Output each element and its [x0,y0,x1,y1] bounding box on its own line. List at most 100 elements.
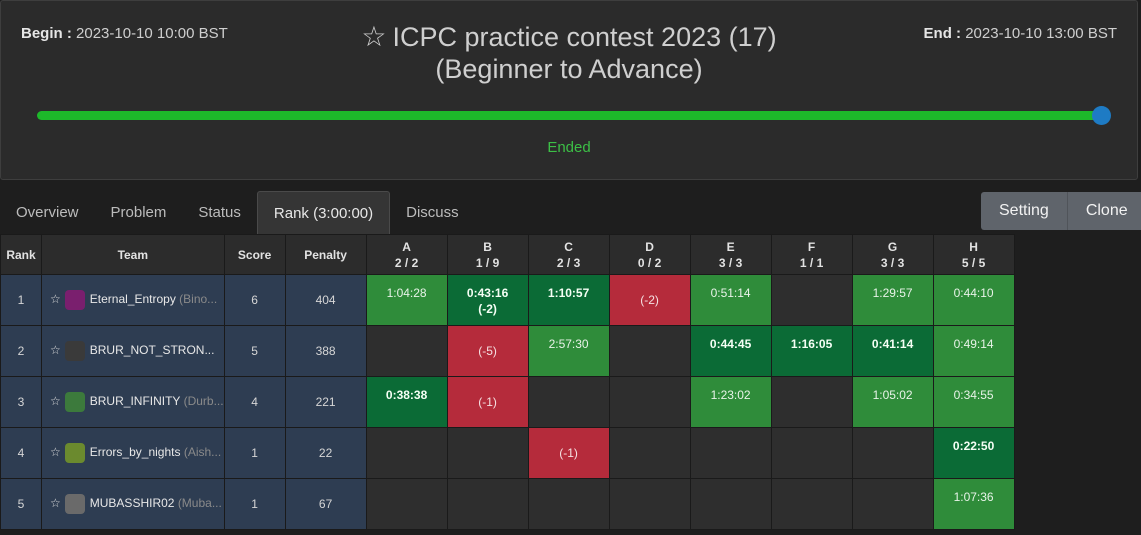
tab-status[interactable]: Status [182,191,257,234]
problem-result-cell[interactable]: 2:57:30 [527,325,610,377]
team-cell[interactable]: ☆ BRUR_INFINITY (Durb... [41,376,225,428]
avatar [64,290,85,310]
problem-result-cell[interactable]: 0:22:50 [932,427,1015,479]
problem-result-cell[interactable]: 1:10:57 [527,274,610,326]
problem-result-cell[interactable]: 1:04:28 [365,274,448,326]
title-line-2: (Beginner to Advance) [435,54,703,84]
contest-header: Begin : 2023-10-10 10:00 BST ☆ ICPC pract… [0,0,1138,180]
problem-result-cell[interactable]: (-5) [446,325,529,377]
rank-cell: 2 [0,325,42,377]
team-star-icon[interactable]: ☆ [50,394,61,408]
accepted-time: 1:10:57 [547,286,590,300]
problem-solve-ratio: 3 / 3 [718,255,743,270]
header-problem-e[interactable]: E3 / 3 [689,234,772,275]
team-members: (Durb... [183,394,224,409]
rank-cell: 4 [0,427,42,479]
clone-button[interactable]: Clone [1066,192,1141,230]
problem-result-cell[interactable]: 0:38:38 [365,376,448,428]
team-cell[interactable]: ☆ MUBASSHIR02 (Muba... [41,478,225,530]
accepted-time: 2:57:30 [548,337,589,351]
team-cell[interactable]: ☆ Eternal_Entropy (Bino... [41,274,225,326]
team-name[interactable]: Eternal_Entropy [90,292,176,306]
problem-result-cell [608,478,691,530]
tab-overview[interactable]: Overview [0,191,95,234]
rank-cell: 3 [0,376,42,428]
problem-result-cell[interactable]: 1:23:02 [689,376,772,428]
team-star-icon[interactable]: ☆ [50,343,61,357]
score-cell: 6 [223,274,286,326]
header-rank[interactable]: Rank [0,234,42,275]
tab-problem[interactable]: Problem [95,191,183,234]
problem-result-cell [608,376,691,428]
problem-result-cell[interactable]: (-2) [608,274,691,326]
wrong-tries: (-1) [478,395,497,409]
header-score[interactable]: Score [223,234,286,275]
wrong-tries: (-1) [559,446,578,460]
team-star-icon[interactable]: ☆ [50,292,61,306]
problem-result-cell[interactable]: 0:44:10 [932,274,1015,326]
team-cell[interactable]: ☆ BRUR_NOT_STRON... [41,325,225,377]
contest-status: Ended [547,139,591,156]
problem-result-cell[interactable]: 0:51:14 [689,274,772,326]
accepted-time: 0:41:14 [871,337,914,351]
team-name[interactable]: BRUR_NOT_STRON... [90,343,215,357]
problem-result-cell[interactable]: 1:07:36 [932,478,1015,530]
team-members: (Aish... [183,445,222,460]
problem-result-cell[interactable]: 1:16:05 [770,325,853,377]
header-problem-g[interactable]: G3 / 3 [851,234,934,275]
progress-slider-handle[interactable] [1092,106,1111,125]
header-problem-c[interactable]: C2 / 3 [527,234,610,275]
header-problem-d[interactable]: D0 / 2 [608,234,691,275]
problem-result-cell [770,274,853,326]
problem-result-cell [527,478,610,530]
problem-solve-ratio: 0 / 2 [637,255,662,270]
problem-result-cell [851,478,934,530]
team-cell[interactable]: ☆ Errors_by_nights (Aish... [41,427,225,479]
accepted-time: 0:51:14 [710,286,751,300]
penalty-cell: 388 [284,325,367,377]
avatar [64,494,85,514]
avatar [64,443,85,463]
tab-rank[interactable]: Rank (3:00:00) [256,191,391,234]
accepted-time: 0:44:45 [709,337,752,351]
header-problem-a[interactable]: A2 / 2 [365,234,448,275]
team-name[interactable]: MUBASSHIR02 [90,496,175,510]
setting-button[interactable]: Setting [981,192,1067,230]
score-cell: 5 [223,325,286,377]
accepted-time: 1:16:05 [790,337,833,351]
rank-table: Rank Team Score Penalty A2 / 2B1 / 9C2 /… [0,234,1015,530]
header-problem-b[interactable]: B1 / 9 [446,234,529,275]
rank-cell: 5 [0,478,42,530]
problem-result-cell[interactable]: 0:43:16 (-2) [446,274,529,326]
tab-discuss[interactable]: Discuss [390,191,475,234]
favorite-star-icon[interactable]: ☆ [361,21,386,53]
problem-result-cell[interactable]: 1:29:57 [851,274,934,326]
header-team[interactable]: Team [41,234,225,275]
team-members: (Bino... [179,292,218,307]
team-star-icon[interactable]: ☆ [50,445,61,459]
title-line-1: ICPC practice contest 2023 (17) [392,22,777,52]
problem-result-cell [365,427,448,479]
problem-result-cell[interactable]: (-1) [527,427,610,479]
problem-result-cell[interactable]: 0:41:14 [851,325,934,377]
action-buttons: Setting Clone [981,192,1141,230]
contest-progress-bar [37,111,1101,120]
table-row: 1 ☆ Eternal_Entropy (Bino... 6 404 1:04:28 0:4… [0,274,1015,326]
problem-result-cell[interactable]: 0:34:55 [932,376,1015,428]
header-problem-h[interactable]: H5 / 5 [932,234,1015,275]
accepted-time: 0:43:16 [466,286,509,300]
team-name[interactable]: Errors_by_nights [90,445,181,459]
problem-result-cell[interactable]: 1:05:02 [851,376,934,428]
header-problem-f[interactable]: F1 / 1 [770,234,853,275]
problem-solve-ratio: 3 / 3 [880,255,905,270]
problem-result-cell [770,427,853,479]
team-star-icon[interactable]: ☆ [50,496,61,510]
team-name[interactable]: BRUR_INFINITY [90,394,180,408]
score-cell: 1 [223,427,286,479]
problem-result-cell[interactable]: 0:44:45 [689,325,772,377]
header-penalty[interactable]: Penalty [284,234,367,275]
problem-result-cell [446,478,529,530]
problem-result-cell[interactable]: 0:49:14 [932,325,1015,377]
accepted-time: 1:23:02 [710,388,751,402]
problem-result-cell[interactable]: (-1) [446,376,529,428]
